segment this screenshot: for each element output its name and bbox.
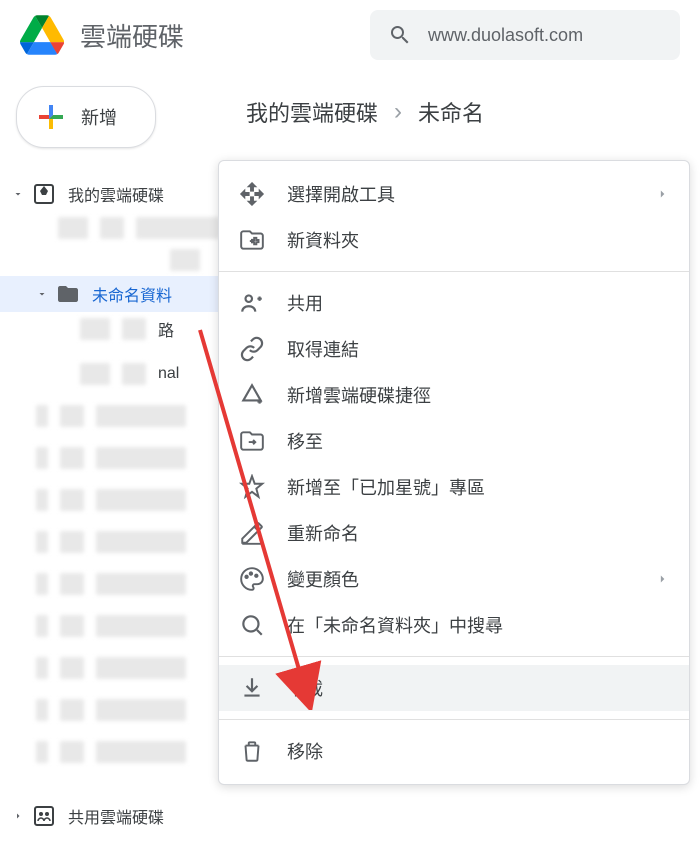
- blurred-item: 路: [0, 312, 230, 346]
- menu-search-in[interactable]: 在「未命名資料夾」中搜尋: [219, 602, 689, 648]
- chevron-right-icon: [655, 187, 669, 201]
- blurred-item: [0, 212, 230, 244]
- breadcrumb: 我的雲端硬碟 › 未命名: [230, 80, 700, 144]
- blurred-item: [0, 736, 230, 768]
- new-button[interactable]: 新增: [16, 86, 156, 148]
- blurred-item: [0, 652, 230, 684]
- selected-folder-label: 未命名資料: [92, 282, 172, 306]
- drive-box-icon: [32, 182, 56, 206]
- blurred-item: [0, 400, 230, 432]
- link-icon: [239, 336, 265, 362]
- shared-drives-row[interactable]: 共用雲端硬碟: [0, 798, 230, 834]
- menu-change-color[interactable]: 變更顏色: [219, 556, 689, 602]
- breadcrumb-item[interactable]: 未命名: [418, 96, 484, 128]
- chevron-right-icon: ›: [394, 98, 402, 126]
- menu-rename[interactable]: 重新命名: [219, 510, 689, 556]
- blurred-item: [0, 244, 230, 276]
- folder-tree: 我的雲端硬碟 未命名資料 路 nal: [0, 168, 230, 842]
- breadcrumb-item[interactable]: 我的雲端硬碟: [246, 96, 378, 128]
- menu-open-with[interactable]: 選擇開啟工具: [219, 171, 689, 217]
- palette-icon: [239, 566, 265, 592]
- new-folder-icon: [239, 227, 265, 253]
- menu-move-to[interactable]: 移至: [219, 418, 689, 464]
- blurred-item: [0, 484, 230, 516]
- shared-drive-icon: [32, 804, 56, 828]
- menu-share[interactable]: 共用: [219, 280, 689, 326]
- search-text: www.duolasoft.com: [428, 25, 583, 46]
- trash-icon: [239, 738, 265, 764]
- menu-get-link[interactable]: 取得連結: [219, 326, 689, 372]
- download-icon: [239, 675, 265, 701]
- menu-remove[interactable]: 移除: [219, 728, 689, 774]
- sidebar: 新增 我的雲端硬碟 未命名資料 路 nal: [0, 70, 230, 818]
- caret-right-icon: [12, 810, 24, 822]
- app-header: 雲端硬碟 www.duolasoft.com: [0, 0, 700, 70]
- open-with-icon: [239, 181, 265, 207]
- context-menu: 選擇開啟工具 新資料夾 共用 取得連結 新增雲端硬碟捷徑 移至 新增至「已加星號…: [218, 160, 690, 785]
- blurred-item: nal: [0, 358, 230, 390]
- share-icon: [239, 290, 265, 316]
- app-title: 雲端硬碟: [80, 17, 184, 54]
- caret-down-icon: [12, 188, 24, 200]
- drive-logo-icon: [20, 13, 64, 57]
- caret-down-icon: [36, 288, 48, 300]
- search-icon: [388, 23, 412, 47]
- new-label: 新增: [81, 104, 117, 130]
- menu-download[interactable]: 下載: [219, 665, 689, 711]
- chevron-right-icon: [655, 572, 669, 586]
- rename-icon: [239, 520, 265, 546]
- search-in-icon: [239, 612, 265, 638]
- shared-drives-label: 共用雲端硬碟: [68, 804, 164, 828]
- menu-divider: [219, 271, 689, 272]
- menu-divider: [219, 656, 689, 657]
- menu-add-starred[interactable]: 新增至「已加星號」專區: [219, 464, 689, 510]
- blurred-item: [0, 694, 230, 726]
- folder-icon: [56, 282, 80, 306]
- blurred-item: [0, 568, 230, 600]
- my-drive-label: 我的雲端硬碟: [68, 182, 164, 206]
- blurred-item: [0, 442, 230, 474]
- search-box[interactable]: www.duolasoft.com: [370, 10, 680, 60]
- add-shortcut-icon: [239, 382, 265, 408]
- move-to-icon: [239, 428, 265, 454]
- plus-icon: [33, 99, 69, 135]
- star-icon: [239, 474, 265, 500]
- blurred-item: [0, 610, 230, 642]
- menu-add-shortcut[interactable]: 新增雲端硬碟捷徑: [219, 372, 689, 418]
- blurred-item: [0, 526, 230, 558]
- selected-folder-row[interactable]: 未命名資料: [0, 276, 230, 312]
- my-drive-row[interactable]: 我的雲端硬碟: [0, 176, 230, 212]
- menu-divider: [219, 719, 689, 720]
- menu-new-folder[interactable]: 新資料夾: [219, 217, 689, 263]
